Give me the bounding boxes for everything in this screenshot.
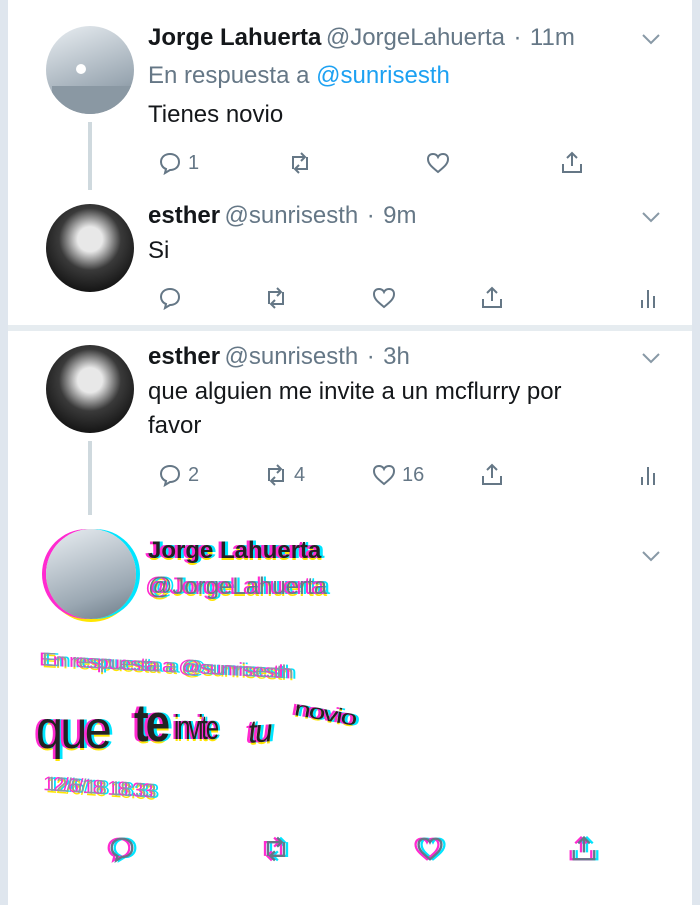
reply-button[interactable]: 1	[156, 147, 199, 179]
retweet-icon	[266, 836, 286, 862]
reply-icon	[159, 152, 181, 176]
reply-context: En respuesta a @sunrisesth	[148, 62, 450, 89]
reply-button[interactable]: 2	[156, 459, 199, 491]
share-icon	[562, 151, 582, 173]
username[interactable]: @JorgeLahuerta	[326, 24, 505, 51]
display-name[interactable]: esther	[148, 202, 220, 229]
reply-icon	[159, 287, 181, 311]
chevron-down-icon[interactable]	[640, 28, 662, 50]
display-name[interactable]: Jorge Lahuerta	[148, 24, 321, 51]
tweet-text: Si	[148, 237, 170, 264]
timestamp: 12/6/18 18:33	[46, 773, 156, 803]
reply-count: 1	[188, 151, 200, 174]
analytics-icon	[641, 290, 655, 308]
like-icon	[372, 287, 396, 309]
retweet-icon	[292, 152, 308, 174]
reply-icon	[110, 837, 134, 863]
chevron-down-icon[interactable]	[640, 347, 662, 369]
chevron-down-icon[interactable]	[640, 545, 662, 567]
tweet-text: que te invite tu novio	[36, 694, 358, 760]
share-icon	[572, 835, 596, 861]
retweet-button[interactable]: 4	[262, 459, 305, 491]
like-icon	[417, 837, 443, 861]
username[interactable]: @sunrisesth	[225, 343, 359, 370]
tweet-text: Tienes novio	[148, 101, 284, 128]
tweet-actions	[148, 282, 668, 316]
share-icon	[482, 463, 502, 485]
share-icon	[482, 286, 502, 308]
reply-to-link[interactable]: @sunrisesth	[316, 62, 450, 89]
timestamp[interactable]: 11m	[530, 24, 575, 51]
username[interactable]: @sunrisesth	[225, 202, 359, 229]
analytics-button[interactable]	[634, 282, 662, 314]
display-name[interactable]: esther	[148, 343, 220, 370]
like-button[interactable]	[370, 282, 398, 314]
reply-to-link[interactable]: @sunrisesth	[181, 656, 293, 683]
tweet-esther-reply[interactable]: esther @sunrisesth · 9m Si	[8, 190, 692, 325]
thread-line	[88, 441, 92, 515]
display-name[interactable]: Jorge Lahuerta	[148, 537, 321, 565]
retweet-count: 4	[294, 463, 306, 486]
tweet-esther-mcflurry[interactable]: esther @sunrisesth · 3h que alguien me i…	[8, 331, 692, 515]
retweet-button[interactable]	[262, 282, 290, 314]
like-icon	[372, 464, 396, 486]
like-button[interactable]: 16	[370, 459, 424, 491]
avatar[interactable]	[46, 204, 134, 292]
share-button[interactable]	[478, 282, 506, 314]
retweet-button[interactable]	[286, 147, 314, 179]
retweet-icon	[268, 287, 284, 309]
share-button[interactable]	[568, 833, 600, 865]
share-button[interactable]	[478, 459, 506, 491]
reply-icon	[159, 464, 181, 488]
avatar[interactable]	[46, 26, 134, 114]
avatar[interactable]	[46, 345, 134, 433]
share-button[interactable]	[558, 147, 586, 179]
like-button[interactable]	[414, 833, 446, 865]
timeline: VISTOENLASREDES .com Jorge Lahuerta @Jor…	[8, 0, 692, 905]
like-count: 16	[402, 463, 425, 486]
reply-count: 2	[188, 463, 200, 486]
tweet-text: que alguien me invite a un mcflurry por …	[148, 378, 562, 439]
analytics-button[interactable]	[634, 459, 662, 491]
like-button[interactable]	[424, 147, 452, 179]
reply-context: En respuesta a @sunrisesth	[42, 648, 293, 683]
tweet-jorge[interactable]: Jorge Lahuerta @JorgeLahuerta · 11m En r…	[8, 0, 692, 190]
timestamp[interactable]: 9m	[383, 202, 416, 229]
reply-button[interactable]	[106, 833, 138, 865]
tweet-actions: 1	[148, 147, 668, 181]
retweet-icon	[268, 464, 284, 486]
username[interactable]: @JorgeLahuerta	[148, 573, 327, 601]
analytics-icon	[641, 467, 655, 485]
reply-button[interactable]	[156, 282, 184, 314]
like-icon	[426, 152, 450, 174]
avatar[interactable]	[46, 529, 136, 619]
thread-line	[88, 122, 92, 190]
timestamp[interactable]: 3h	[383, 343, 410, 370]
tweet-actions	[8, 833, 692, 873]
tweet-actions: 2 4 16	[148, 459, 668, 493]
retweet-button[interactable]	[260, 833, 292, 865]
tweet-jorge-glitch[interactable]: Jorge Lahuerta @JorgeLahuerta En respues…	[8, 515, 692, 905]
chevron-down-icon[interactable]	[640, 206, 662, 228]
